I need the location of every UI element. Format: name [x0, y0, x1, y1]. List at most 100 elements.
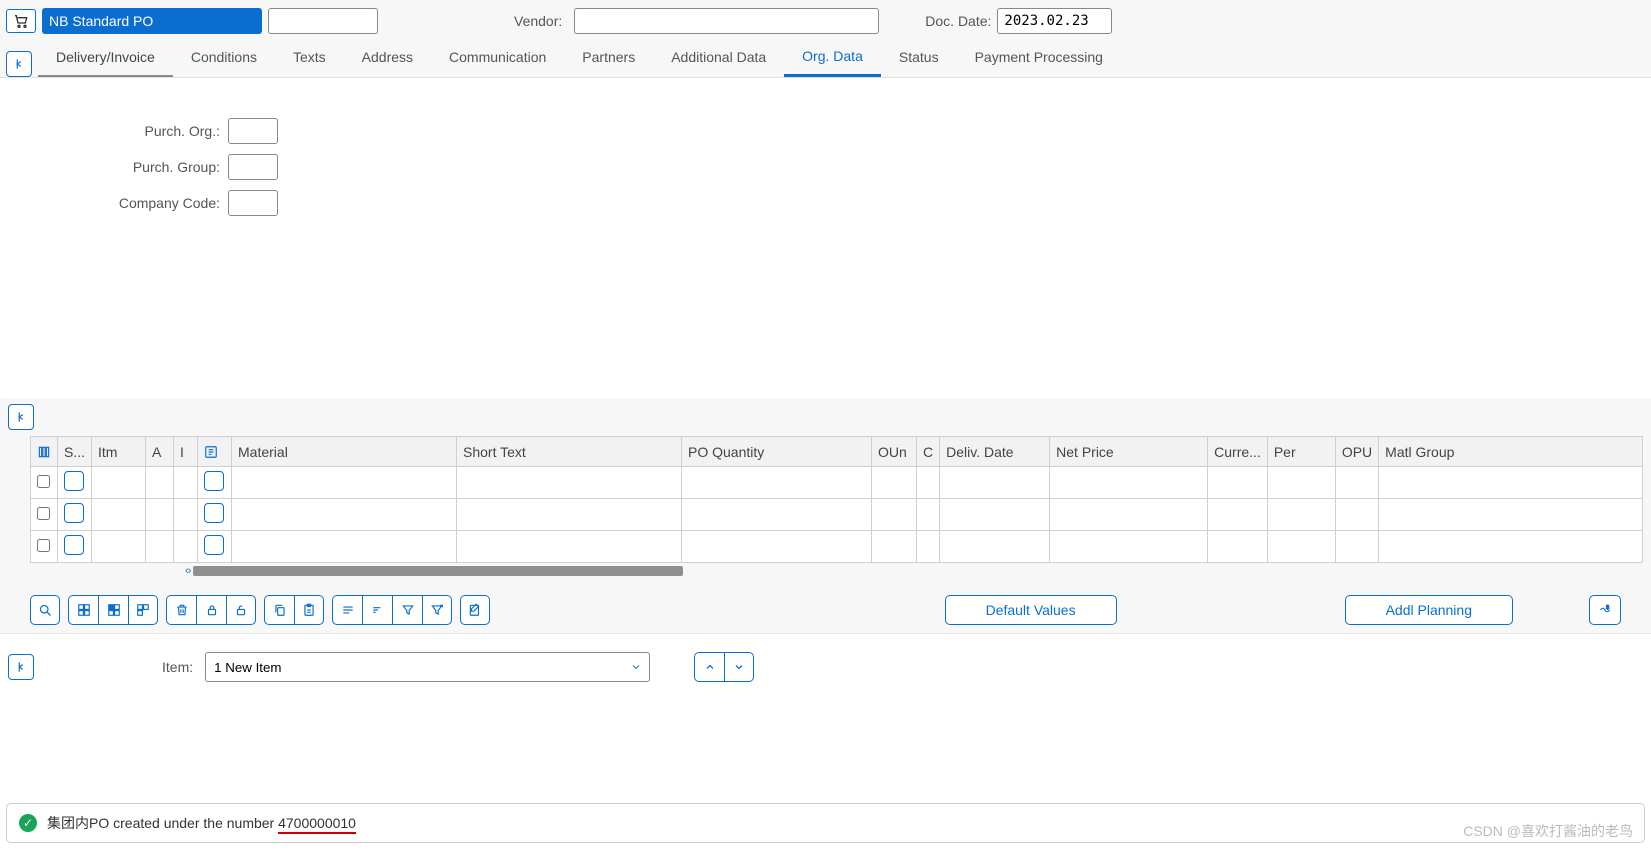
col-a[interactable]: A	[146, 437, 174, 467]
col-status[interactable]: S...	[58, 437, 92, 467]
col-deliv-date[interactable]: Deliv. Date	[940, 437, 1050, 467]
po-number-input[interactable]	[268, 8, 378, 34]
row-select-checkbox[interactable]	[37, 475, 50, 488]
status-box[interactable]	[64, 535, 84, 555]
item-select[interactable]	[205, 652, 650, 682]
table-row[interactable]	[31, 499, 1643, 531]
collapse-items-button[interactable]	[8, 404, 34, 430]
items-toolbar: Default Values Addl Planning $	[0, 587, 1651, 633]
tab-status[interactable]: Status	[881, 39, 957, 77]
docdate-label: Doc. Date:	[925, 13, 991, 29]
hierarchy-box[interactable]	[204, 471, 224, 491]
col-po-quantity[interactable]: PO Quantity	[682, 437, 872, 467]
edit-icon[interactable]	[460, 595, 490, 625]
tab-communication[interactable]: Communication	[431, 39, 564, 77]
collapse-header-button[interactable]	[6, 51, 32, 77]
col-material[interactable]: Material	[232, 437, 457, 467]
items-table: S... Itm A I Material Short Text PO Quan…	[30, 436, 1643, 563]
status-bar: ✓ 集团内PO created under the number 4700000…	[6, 803, 1645, 843]
vendor-label: Vendor:	[514, 13, 562, 29]
col-net-price[interactable]: Net Price	[1050, 437, 1208, 467]
unlock-icon[interactable]	[226, 595, 256, 625]
po-type-input[interactable]	[42, 8, 262, 34]
status-text: 集团内PO created under the number	[47, 815, 278, 831]
col-per[interactable]: Per	[1267, 437, 1335, 467]
paste-icon[interactable]	[294, 595, 324, 625]
default-values-button[interactable]: Default Values	[945, 595, 1117, 625]
tab-texts[interactable]: Texts	[275, 39, 344, 77]
select-block-icon[interactable]	[98, 595, 128, 625]
item-prev-button[interactable]	[694, 652, 724, 682]
item-detail-row: Item:	[0, 633, 1651, 700]
sort-icon[interactable]	[362, 595, 392, 625]
org-data-pane: Purch. Org.: Purch. Group: Company Code:	[0, 78, 1651, 398]
delete-icon[interactable]	[166, 595, 196, 625]
col-itm[interactable]: Itm	[92, 437, 146, 467]
item-label: Item:	[162, 659, 193, 675]
scroll-thumb[interactable]	[193, 566, 683, 576]
tab-org-data[interactable]: Org. Data	[784, 38, 881, 77]
tab-address[interactable]: Address	[344, 39, 431, 77]
scroll-left-icon[interactable]: ‹ ›	[185, 565, 189, 577]
tabs-row: Delivery/Invoice Conditions Texts Addres…	[6, 38, 1645, 77]
select-all-icon[interactable]	[68, 595, 98, 625]
hierarchy-box[interactable]	[204, 535, 224, 555]
success-icon: ✓	[19, 814, 37, 832]
tab-delivery-invoice[interactable]: Delivery/Invoice	[38, 39, 173, 77]
items-toggle-row	[0, 398, 1651, 436]
table-row[interactable]	[31, 531, 1643, 563]
select-group	[68, 595, 158, 625]
status-box[interactable]	[64, 503, 84, 523]
col-matl-group[interactable]: Matl Group	[1379, 437, 1643, 467]
row-select-checkbox[interactable]	[37, 539, 50, 552]
status-po-number: 4700000010	[278, 815, 356, 834]
col-oun[interactable]: OUn	[872, 437, 917, 467]
filter-clear-icon[interactable]	[422, 595, 452, 625]
chevron-down-icon	[630, 661, 642, 673]
table-row[interactable]	[31, 467, 1643, 499]
price-icon[interactable]: $	[1589, 595, 1621, 625]
col-i[interactable]: I	[174, 437, 198, 467]
detail-group	[332, 595, 452, 625]
items-header-row: S... Itm A I Material Short Text PO Quan…	[31, 437, 1643, 467]
col-c[interactable]: C	[917, 437, 940, 467]
watermark: CSDN @喜欢打酱油的老鸟	[1463, 821, 1633, 841]
items-table-wrap: S... Itm A I Material Short Text PO Quan…	[0, 436, 1651, 587]
col-currency[interactable]: Curre...	[1208, 437, 1268, 467]
po-type-select[interactable]	[42, 8, 262, 34]
table-hscroll[interactable]: ‹ ›	[30, 563, 1643, 583]
lock-group	[166, 595, 256, 625]
docdate-input[interactable]	[997, 8, 1112, 34]
tab-partners[interactable]: Partners	[564, 39, 653, 77]
item-select-input[interactable]	[205, 652, 650, 682]
purch-org-input[interactable]	[228, 118, 278, 144]
purch-group-input[interactable]	[228, 154, 278, 180]
item-next-button[interactable]	[724, 652, 754, 682]
purch-org-label: Purch. Org.:	[30, 123, 220, 139]
detail-icon[interactable]	[332, 595, 362, 625]
col-hierarchy-icon[interactable]	[198, 437, 232, 467]
tab-additional-data[interactable]: Additional Data	[653, 39, 784, 77]
hierarchy-box[interactable]	[204, 503, 224, 523]
search-icon[interactable]	[30, 595, 60, 625]
header-row: Vendor: Doc. Date:	[6, 4, 1645, 38]
item-nav-group	[694, 652, 754, 682]
deselect-all-icon[interactable]	[128, 595, 158, 625]
addl-planning-button[interactable]: Addl Planning	[1345, 595, 1513, 625]
company-code-input[interactable]	[228, 190, 278, 216]
col-short-text[interactable]: Short Text	[457, 437, 682, 467]
lock-icon[interactable]	[196, 595, 226, 625]
cart-icon[interactable]	[6, 9, 36, 33]
purch-group-label: Purch. Group:	[30, 159, 220, 175]
tab-payment-processing[interactable]: Payment Processing	[957, 39, 1121, 77]
filter-icon[interactable]	[392, 595, 422, 625]
collapse-item-detail-button[interactable]	[8, 654, 34, 680]
status-box[interactable]	[64, 471, 84, 491]
copy-group	[264, 595, 324, 625]
col-opu[interactable]: OPU	[1335, 437, 1378, 467]
copy-icon[interactable]	[264, 595, 294, 625]
vendor-input[interactable]	[574, 8, 879, 34]
row-select-checkbox[interactable]	[37, 507, 50, 520]
tab-conditions[interactable]: Conditions	[173, 39, 275, 77]
col-config-icon[interactable]	[31, 437, 58, 467]
